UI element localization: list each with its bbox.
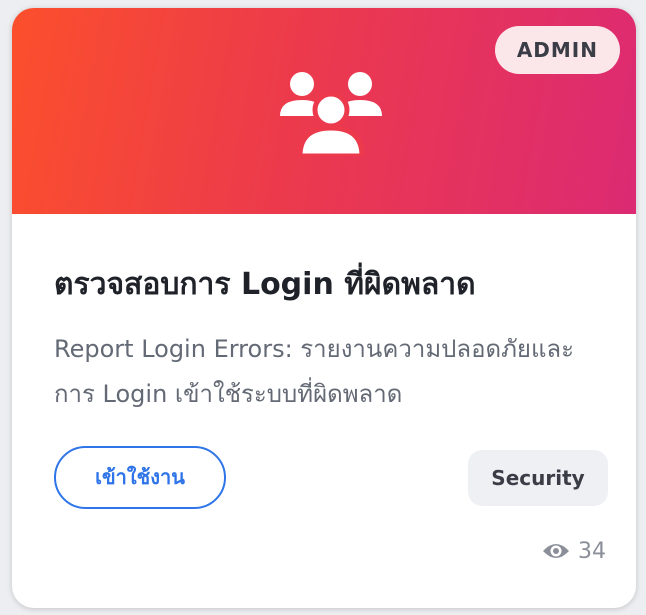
category-tag: Security [468, 450, 608, 506]
app-card[interactable]: ADMIN ตรวจสอบการ Login ที่ผิดพลาด Report… [12, 8, 636, 608]
admin-badge: ADMIN [494, 26, 620, 74]
card-banner: ADMIN [12, 8, 636, 214]
card-description: Report Login Errors: รายงานความปลอดภัยแล… [54, 335, 575, 408]
view-count: 34 [542, 536, 606, 566]
view-count-value: 34 [578, 538, 606, 564]
users-icon [280, 72, 382, 156]
access-button[interactable]: เข้าใช้งาน [54, 446, 226, 509]
card-title: ตรวจสอบการ Login ที่ผิดพลาด [54, 267, 476, 302]
eye-icon [543, 544, 569, 558]
